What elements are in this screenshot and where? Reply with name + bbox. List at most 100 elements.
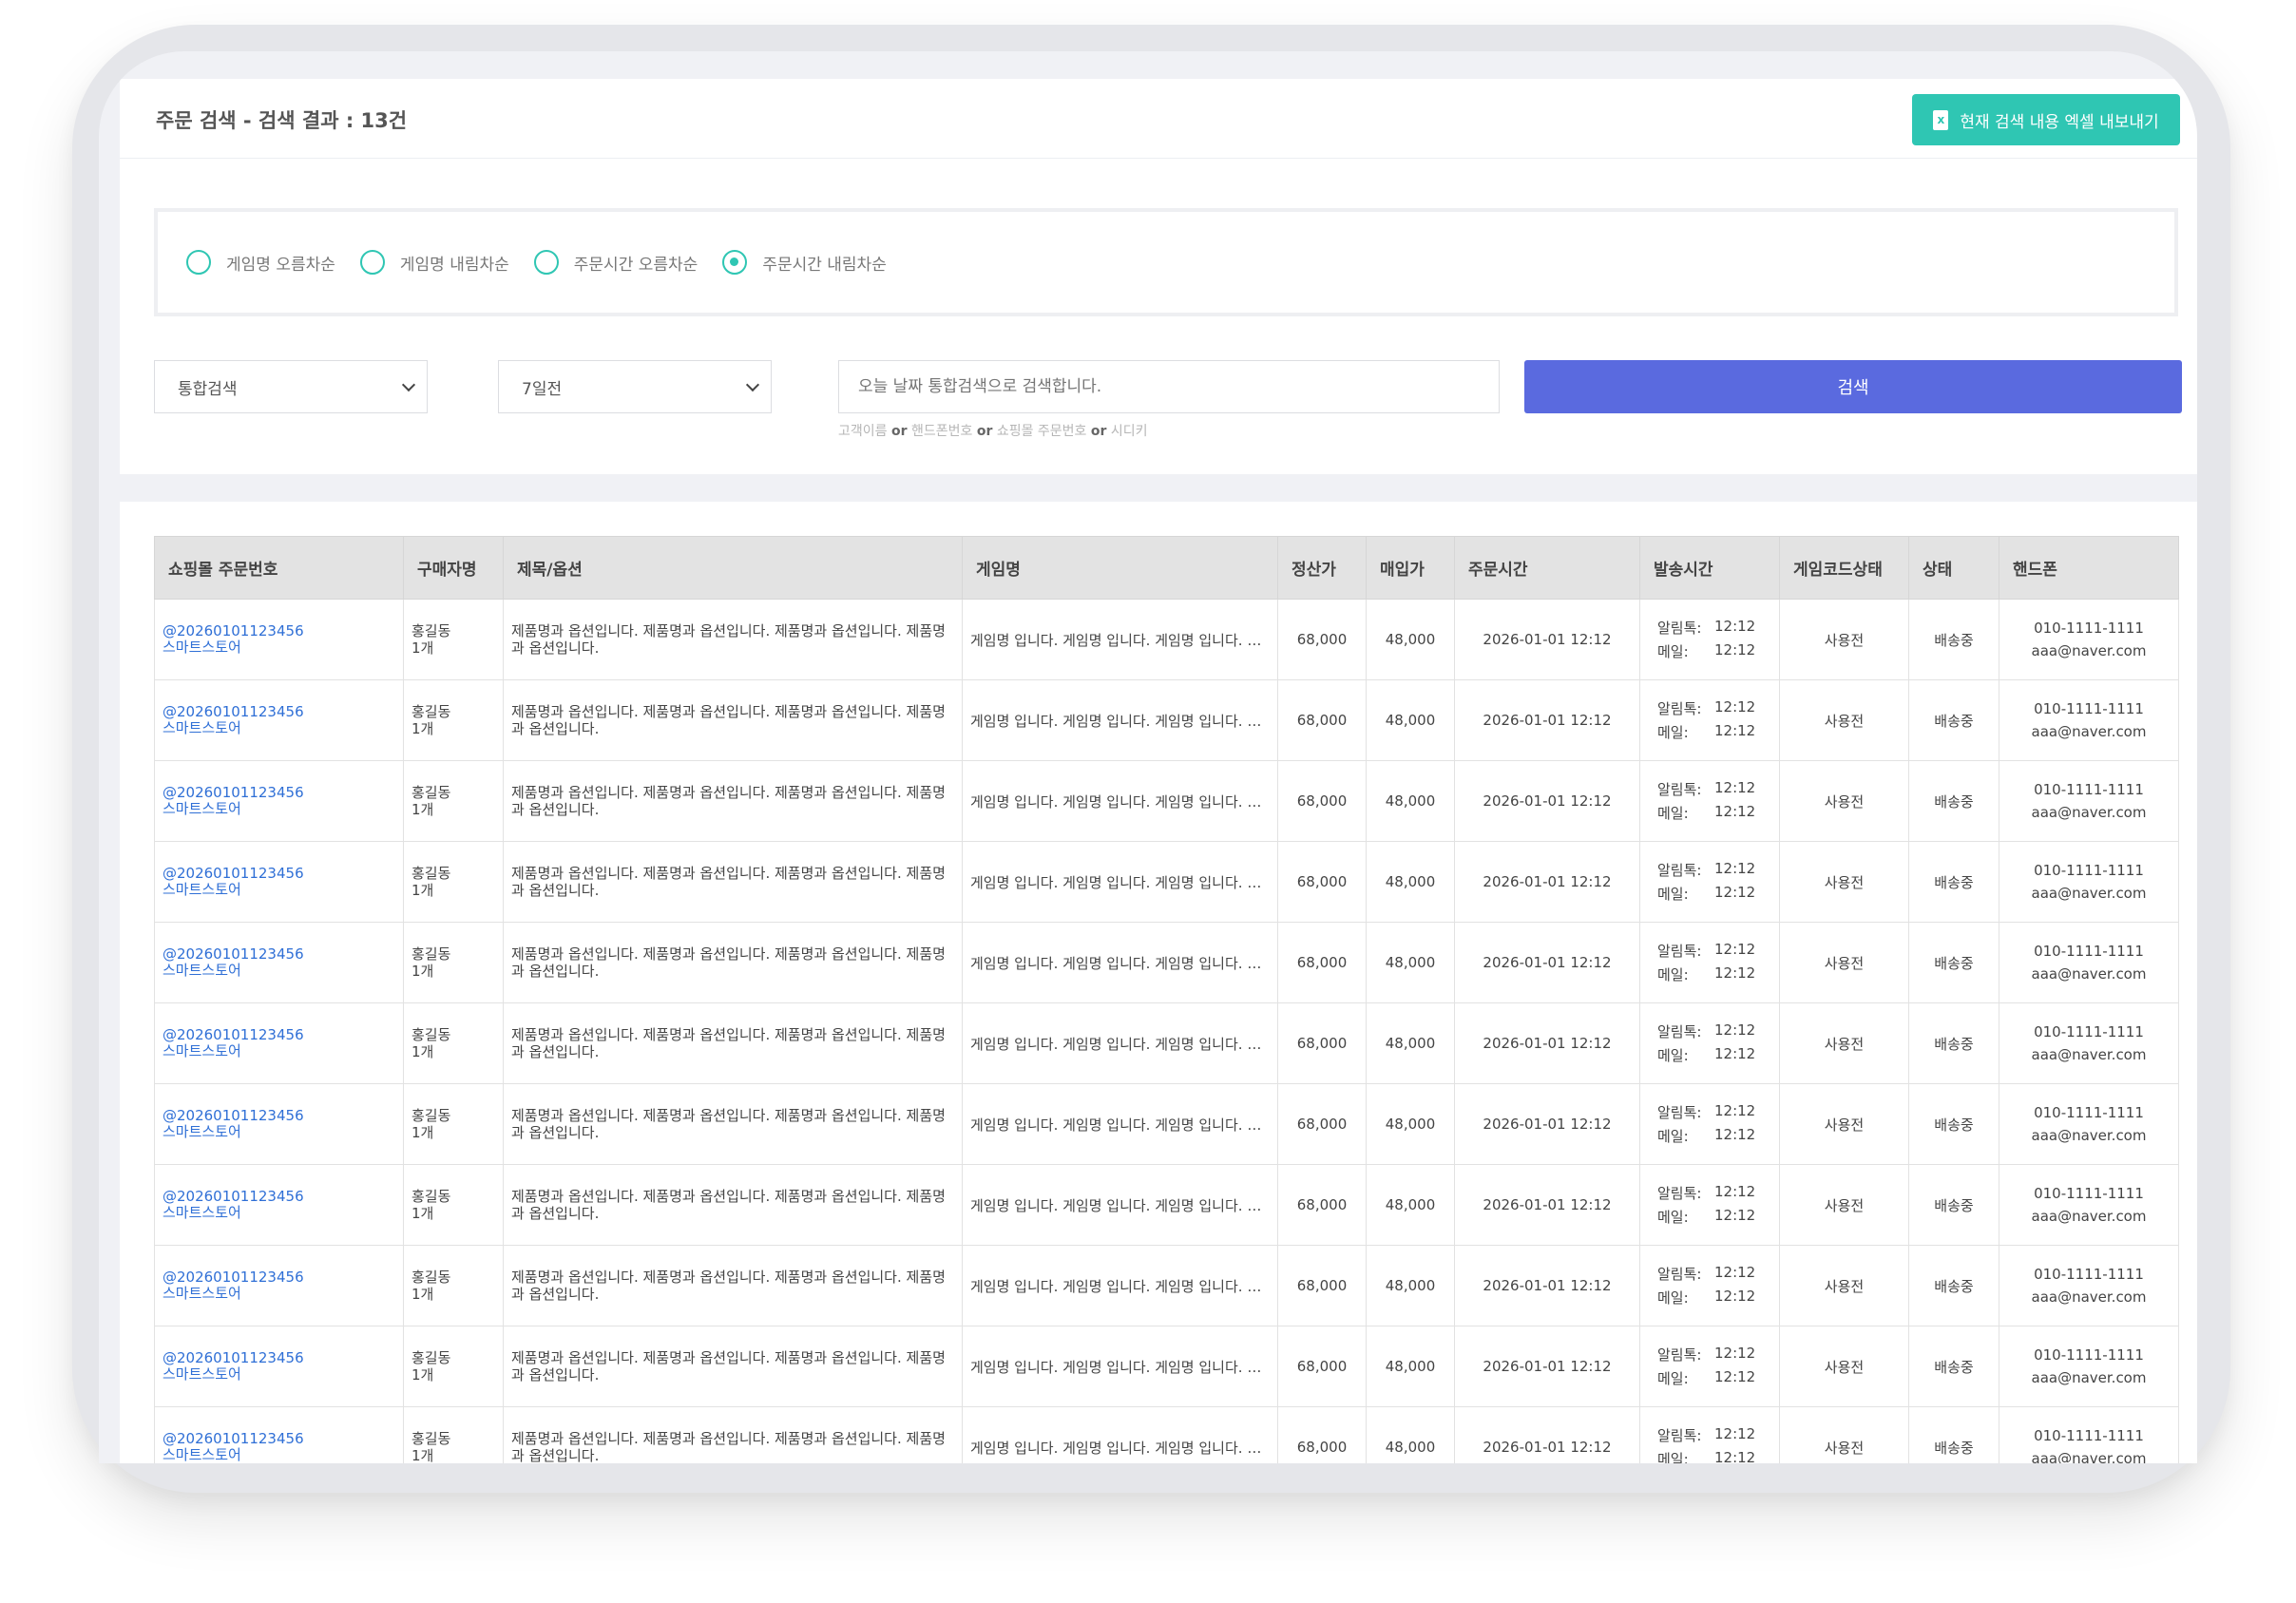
- order-link[interactable]: @20260101123456 스마트스토어: [163, 1108, 395, 1140]
- order-number-cell[interactable]: @20260101123456 스마트스토어: [154, 1083, 404, 1165]
- order-link[interactable]: @20260101123456 스마트스토어: [163, 1269, 395, 1302]
- status-cell: 배송중: [1908, 1002, 1999, 1084]
- send-time-cell: 알림톡: 12:12 메일: 12:12: [1639, 1002, 1780, 1084]
- game-name-link[interactable]: 게임명 입니다. 게임명 입니다. 게임명 입니다. 게임명 입니다.: [962, 1002, 1278, 1084]
- mail-label: 메일:: [1657, 966, 1689, 983]
- radio-checked-icon[interactable]: [722, 250, 748, 275]
- order-number: @20260101123456: [163, 945, 304, 963]
- table-row[interactable]: @20260101123456 스마트스토어 홍길동 1개 제품명과 옵션입니다. 제품…: [154, 922, 2179, 1003]
- buyer-name: 홍길동: [411, 1349, 451, 1366]
- order-number-cell[interactable]: @20260101123456 스마트스토어: [154, 1002, 404, 1084]
- order-number-cell[interactable]: @20260101123456 스마트스토어: [154, 1245, 404, 1326]
- settle-price-cell: 68,000: [1277, 1083, 1367, 1165]
- table-row[interactable]: @20260101123456 스마트스토어 홍길동 1개 제품명과 옵션입니다. 제품…: [154, 599, 2179, 680]
- game-name-link[interactable]: 게임명 입니다. 게임명 입니다. 게임명 입니다. 게임명 입니다.: [962, 760, 1278, 842]
- email-address: aaa@naver.com: [2031, 1046, 2147, 1063]
- quantity: 1개: [411, 1366, 434, 1384]
- search-input[interactable]: [838, 360, 1500, 413]
- quantity: 1개: [411, 801, 434, 818]
- search-button[interactable]: 검색: [1524, 360, 2182, 413]
- table-row[interactable]: @20260101123456 스마트스토어 홍길동 1개 제품명과 옵션입니다. 제품…: [154, 1326, 2179, 1407]
- column-header: 게임명: [962, 536, 1278, 600]
- quantity: 1개: [411, 963, 434, 980]
- game-name-link[interactable]: 게임명 입니다. 게임명 입니다. 게임명 입니다. 게임명 입니다.: [962, 922, 1278, 1003]
- column-header: 게임코드상태: [1779, 536, 1909, 600]
- order-link[interactable]: @20260101123456 스마트스토어: [163, 704, 395, 736]
- sort-option[interactable]: 게임명 오름차순: [186, 250, 335, 275]
- sort-option[interactable]: 주문시간 오름차순: [533, 250, 698, 275]
- buyer-name: 홍길동: [411, 784, 451, 801]
- sort-option[interactable]: 주문시간 내림차순: [722, 250, 887, 275]
- order-number: @20260101123456: [163, 622, 304, 639]
- order-number-cell[interactable]: @20260101123456 스마트스토어: [154, 922, 404, 1003]
- title-option-cell: 제품명과 옵션입니다. 제품명과 옵션입니다. 제품명과 옵션입니다. 제품명과…: [503, 679, 963, 761]
- mail-label: 메일:: [1657, 1370, 1689, 1387]
- order-link[interactable]: @20260101123456 스마트스토어: [163, 946, 395, 979]
- sort-option[interactable]: 게임명 내림차순: [359, 250, 509, 275]
- phone-number: 010-1111-1111: [2034, 1427, 2144, 1444]
- results-panel: 쇼핑몰 주문번호 구매자명 제목/옵션 게임명 정산가 매입가 주문시간 발송시간 게임코드상태…: [120, 502, 2197, 1463]
- order-link[interactable]: @20260101123456 스마트스토어: [163, 866, 395, 898]
- radio-unchecked-icon[interactable]: [533, 250, 559, 275]
- title-option-cell: 제품명과 옵션입니다. 제품명과 옵션입니다. 제품명과 옵션입니다. 제품명과…: [503, 841, 963, 923]
- store-name: 스마트스토어: [163, 1365, 241, 1383]
- excel-export-button[interactable]: x 현재 검색 내용 엑셀 내보내기: [1912, 94, 2180, 145]
- order-link[interactable]: @20260101123456 스마트스토어: [163, 623, 395, 656]
- game-name-link[interactable]: 게임명 입니다. 게임명 입니다. 게임명 입니다. 게임명 입니다.: [962, 1245, 1278, 1326]
- radio-unchecked-icon[interactable]: [359, 250, 385, 275]
- order-number-cell[interactable]: @20260101123456 스마트스토어: [154, 760, 404, 842]
- order-link[interactable]: @20260101123456 스마트스토어: [163, 1350, 395, 1383]
- table-row[interactable]: @20260101123456 스마트스토어 홍길동 1개 제품명과 옵션입니다. 제품…: [154, 760, 2179, 842]
- order-link[interactable]: @20260101123456 스마트스토어: [163, 785, 395, 817]
- game-code-status-cell: 사용전: [1779, 1406, 1909, 1463]
- game-name-link[interactable]: 게임명 입니다. 게임명 입니다. 게임명 입니다. 게임명 입니다.: [962, 1164, 1278, 1246]
- game-code-status-cell: 사용전: [1779, 1083, 1909, 1165]
- table-row[interactable]: @20260101123456 스마트스토어 홍길동 1개 제품명과 옵션입니다. 제품…: [154, 679, 2179, 761]
- table-row[interactable]: @20260101123456 스마트스토어 홍길동 1개 제품명과 옵션입니다. 제품…: [154, 1083, 2179, 1165]
- game-name-link[interactable]: 게임명 입니다. 게임명 입니다. 게임명 입니다. 게임명 입니다.: [962, 679, 1278, 761]
- table-row[interactable]: @20260101123456 스마트스토어 홍길동 1개 제품명과 옵션입니다. 제품…: [154, 841, 2179, 923]
- status-cell: 배송중: [1908, 1164, 1999, 1246]
- game-name-link[interactable]: 게임명 입니다. 게임명 입니다. 게임명 입니다. 게임명 입니다.: [962, 1083, 1278, 1165]
- phone-number: 010-1111-1111: [2034, 1023, 2144, 1040]
- order-number-cell[interactable]: @20260101123456 스마트스토어: [154, 599, 404, 680]
- table-row[interactable]: @20260101123456 스마트스토어 홍길동 1개 제품명과 옵션입니다. 제품…: [154, 1406, 2179, 1463]
- order-number: @20260101123456: [163, 1107, 304, 1124]
- buyer-name: 홍길동: [411, 865, 451, 882]
- order-link[interactable]: @20260101123456 스마트스토어: [163, 1189, 395, 1221]
- buyer-cell: 홍길동 1개: [403, 1164, 504, 1246]
- email-address: aaa@naver.com: [2031, 885, 2147, 902]
- game-name-link[interactable]: 게임명 입니다. 게임명 입니다. 게임명 입니다. 게임명 입니다.: [962, 1326, 1278, 1407]
- mail-time: 12:12: [1714, 1449, 1756, 1463]
- order-number-cell[interactable]: @20260101123456 스마트스토어: [154, 1164, 404, 1246]
- period-select[interactable]: 7일전: [498, 360, 772, 413]
- order-number-cell[interactable]: @20260101123456 스마트스토어: [154, 841, 404, 923]
- mail-label: 메일:: [1657, 724, 1689, 741]
- order-link[interactable]: @20260101123456 스마트스토어: [163, 1431, 395, 1463]
- order-number-cell[interactable]: @20260101123456 스마트스토어: [154, 1406, 404, 1463]
- game-name-link[interactable]: 게임명 입니다. 게임명 입니다. 게임명 입니다. 게임명 입니다.: [962, 599, 1278, 680]
- table-row[interactable]: @20260101123456 스마트스토어 홍길동 1개 제품명과 옵션입니다. 제품…: [154, 1245, 2179, 1326]
- order-number-cell[interactable]: @20260101123456 스마트스토어: [154, 1326, 404, 1407]
- table-row[interactable]: @20260101123456 스마트스토어 홍길동 1개 제품명과 옵션입니다. 제품…: [154, 1002, 2179, 1084]
- settle-price-cell: 68,000: [1277, 922, 1367, 1003]
- purchase-price-cell: 48,000: [1366, 679, 1455, 761]
- radio-unchecked-icon[interactable]: [186, 250, 211, 275]
- contact-cell: 010-1111-1111 aaa@naver.com: [1999, 1002, 2179, 1084]
- order-number-cell[interactable]: @20260101123456 스마트스토어: [154, 679, 404, 761]
- table-row[interactable]: @20260101123456 스마트스토어 홍길동 1개 제품명과 옵션입니다. 제품…: [154, 1164, 2179, 1246]
- send-time-cell: 알림톡: 12:12 메일: 12:12: [1639, 1164, 1780, 1246]
- app-screen: 주문 검색 - 검색 결과 : 13건 x 현재 검색 내용 엑셀 내보내기 게…: [99, 51, 2197, 1463]
- game-name-link[interactable]: 게임명 입니다. 게임명 입니다. 게임명 입니다. 게임명 입니다.: [962, 841, 1278, 923]
- phone-number: 010-1111-1111: [2034, 943, 2144, 960]
- buyer-cell: 홍길동 1개: [403, 760, 504, 842]
- game-name-link[interactable]: 게임명 입니다. 게임명 입니다. 게임명 입니다. 게임명 입니다.: [962, 1406, 1278, 1463]
- alimtalk-label: 알림톡:: [1657, 1104, 1702, 1121]
- game-code-status-cell: 사용전: [1779, 1326, 1909, 1407]
- search-type-select[interactable]: 통합검색: [154, 360, 428, 413]
- mail-time: 12:12: [1714, 1288, 1756, 1305]
- order-number: @20260101123456: [163, 1430, 304, 1447]
- game-code-status-cell: 사용전: [1779, 760, 1909, 842]
- email-address: aaa@naver.com: [2031, 965, 2147, 983]
- order-link[interactable]: @20260101123456 스마트스토어: [163, 1027, 395, 1059]
